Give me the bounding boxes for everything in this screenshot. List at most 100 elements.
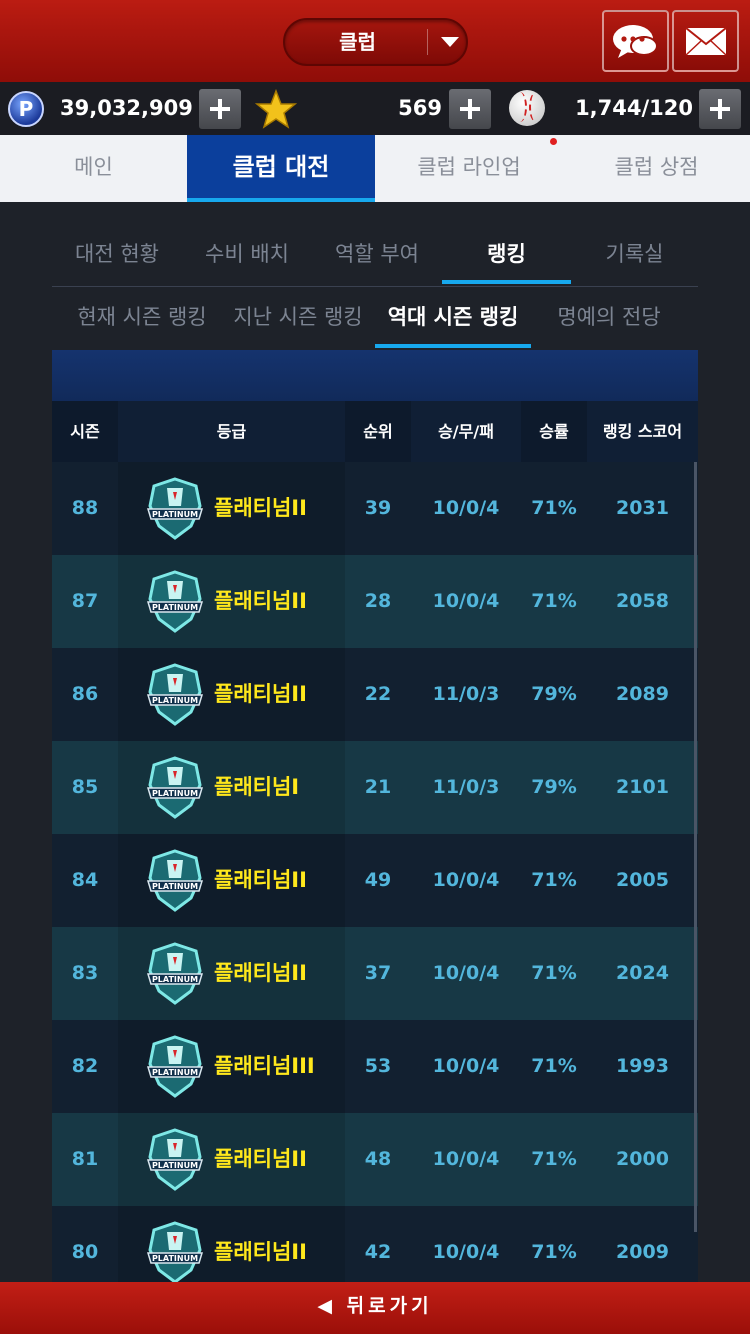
winrate-cell: 71% [531, 869, 577, 891]
rank-cell: 53 [364, 1055, 392, 1077]
tab-ranking[interactable]: 랭킹 [442, 226, 571, 284]
back-button[interactable]: ◀ 뒤로가기 [300, 1282, 450, 1334]
table-scrollbar[interactable] [694, 462, 697, 1232]
tab-club-lineup[interactable]: 클럽 라인업 [375, 135, 563, 202]
rank-cell: 37 [364, 962, 392, 984]
svg-text:PLATINUM: PLATINUM [152, 696, 198, 705]
tab-current-season-ranking[interactable]: 현재 시즌 랭킹 [66, 290, 218, 348]
table-row: 82 PLATINUM 플래티넘III 53 10/0/4 71% 1993 [52, 1020, 698, 1113]
winrate-cell: 71% [531, 497, 577, 519]
table-row: 85 PLATINUM 플래티넘I 21 11/0/3 79% 2101 [52, 741, 698, 834]
tab-all-time-season-ranking[interactable]: 역대 시즌 랭킹 [375, 290, 531, 348]
svg-text:PLATINUM: PLATINUM [152, 1068, 198, 1077]
rank-cell: 49 [364, 869, 392, 891]
season-cell: 81 [71, 1148, 99, 1170]
winrate-cell: 71% [531, 1241, 577, 1263]
balls-value: 1,744/120 [575, 96, 693, 120]
score-cell: 2000 [616, 1148, 669, 1170]
winrate-cell: 71% [531, 1148, 577, 1170]
points-value: 39,032,909 [60, 96, 193, 120]
mail-button[interactable] [672, 10, 739, 72]
notification-dot [550, 138, 557, 145]
ranking-table-body[interactable]: 88 PLATINUM 플래티넘II 39 10/0/4 71% 2031 87… [52, 462, 698, 1282]
score-cell: 2031 [616, 497, 669, 519]
platinum-badge-icon: PLATINUM [146, 1035, 204, 1098]
record-cell: 10/0/4 [432, 590, 500, 612]
winrate-cell: 79% [531, 776, 577, 798]
tab-defense-position[interactable]: 수비 배치 [182, 226, 312, 284]
rank-cell: 39 [364, 497, 392, 519]
platinum-badge-icon: PLATINUM [146, 849, 204, 912]
platinum-badge-icon: PLATINUM [146, 1221, 204, 1282]
svg-text:PLATINUM: PLATINUM [152, 603, 198, 612]
grade-label: 플래티넘II [214, 682, 307, 706]
table-row: 88 PLATINUM 플래티넘II 39 10/0/4 71% 2031 [52, 462, 698, 555]
grade-label: 플래티넘II [214, 1147, 307, 1171]
rank-cell: 22 [364, 683, 392, 705]
winrate-cell: 71% [531, 590, 577, 612]
dropdown-separator [427, 29, 428, 55]
add-points-button[interactable] [199, 89, 241, 129]
score-cell: 2005 [616, 869, 669, 891]
chat-button[interactable] [602, 10, 669, 72]
star-icon [255, 89, 297, 129]
grade-label: 플래티넘II [214, 868, 307, 892]
platinum-badge-icon: PLATINUM [146, 570, 204, 633]
season-cell: 84 [71, 869, 99, 891]
grade-label: 플래티넘II [214, 589, 307, 613]
table-row: 83 PLATINUM 플래티넘II 37 10/0/4 71% 2024 [52, 927, 698, 1020]
winrate-cell: 71% [531, 1055, 577, 1077]
record-cell: 10/0/4 [432, 1148, 500, 1170]
score-cell: 2089 [616, 683, 669, 705]
svg-text:PLATINUM: PLATINUM [152, 510, 198, 519]
record-cell: 10/0/4 [432, 962, 500, 984]
platinum-badge-icon: PLATINUM [146, 942, 204, 1005]
tab-club-battle[interactable]: 클럽 대전 [187, 135, 375, 202]
platinum-badge-icon: PLATINUM [146, 756, 204, 819]
resource-bar: P 39,032,909 569 1,744/120 [0, 82, 750, 135]
header-ranking-score: 랭킹 스코어 [587, 401, 698, 462]
score-cell: 2101 [616, 776, 669, 798]
score-cell: 1993 [616, 1055, 669, 1077]
club-dropdown-label: 클럽 [339, 30, 376, 54]
tab-hall-of-fame[interactable]: 명예의 전당 [535, 290, 683, 348]
tab-divider [52, 286, 698, 287]
table-row: 80 PLATINUM 플래티넘II 42 10/0/4 71% 2009 [52, 1206, 698, 1282]
table-row: 87 PLATINUM 플래티넘II 28 10/0/4 71% 2058 [52, 555, 698, 648]
record-cell: 11/0/3 [432, 683, 500, 705]
table-row: 84 PLATINUM 플래티넘II 49 10/0/4 71% 2005 [52, 834, 698, 927]
header-grade: 등급 [118, 401, 345, 462]
chevron-down-icon [441, 37, 459, 47]
header-rank: 순위 [363, 422, 393, 441]
club-dropdown[interactable]: 클럽 [283, 18, 468, 66]
tab-records[interactable]: 기록실 [571, 226, 698, 284]
score-cell: 2024 [616, 962, 669, 984]
winrate-cell: 71% [531, 962, 577, 984]
envelope-icon [685, 27, 727, 56]
rank-cell: 28 [364, 590, 392, 612]
baseball-icon [509, 90, 545, 126]
rank-cell: 42 [364, 1241, 392, 1263]
platinum-badge-icon: PLATINUM [146, 1128, 204, 1191]
header-record: 승/무/패 [411, 401, 521, 462]
tab-role-assign[interactable]: 역할 부여 [312, 226, 442, 284]
grade-label: 플래티넘II [214, 961, 307, 985]
add-stars-button[interactable] [449, 89, 491, 129]
tab-main[interactable]: 메인 [0, 135, 187, 202]
season-cell: 83 [71, 962, 99, 984]
header-season: 시즌 [70, 422, 100, 441]
bottom-bar: ◀ 뒤로가기 [0, 1282, 750, 1334]
point-coin-icon: P [8, 91, 44, 127]
tab-battle-status[interactable]: 대전 현황 [52, 226, 182, 284]
season-cell: 85 [71, 776, 99, 798]
tab-last-season-ranking[interactable]: 지난 시즌 랭킹 [222, 290, 374, 348]
grade-label: 플래티넘II [214, 1240, 307, 1264]
rank-cell: 48 [364, 1148, 392, 1170]
rank-cell: 21 [364, 776, 392, 798]
tab-club-shop[interactable]: 클럽 상점 [563, 135, 750, 202]
season-cell: 80 [71, 1241, 99, 1263]
svg-text:PLATINUM: PLATINUM [152, 882, 198, 891]
add-balls-button[interactable] [699, 89, 741, 129]
chat-bubble-icon [613, 25, 658, 58]
record-cell: 11/0/3 [432, 776, 500, 798]
